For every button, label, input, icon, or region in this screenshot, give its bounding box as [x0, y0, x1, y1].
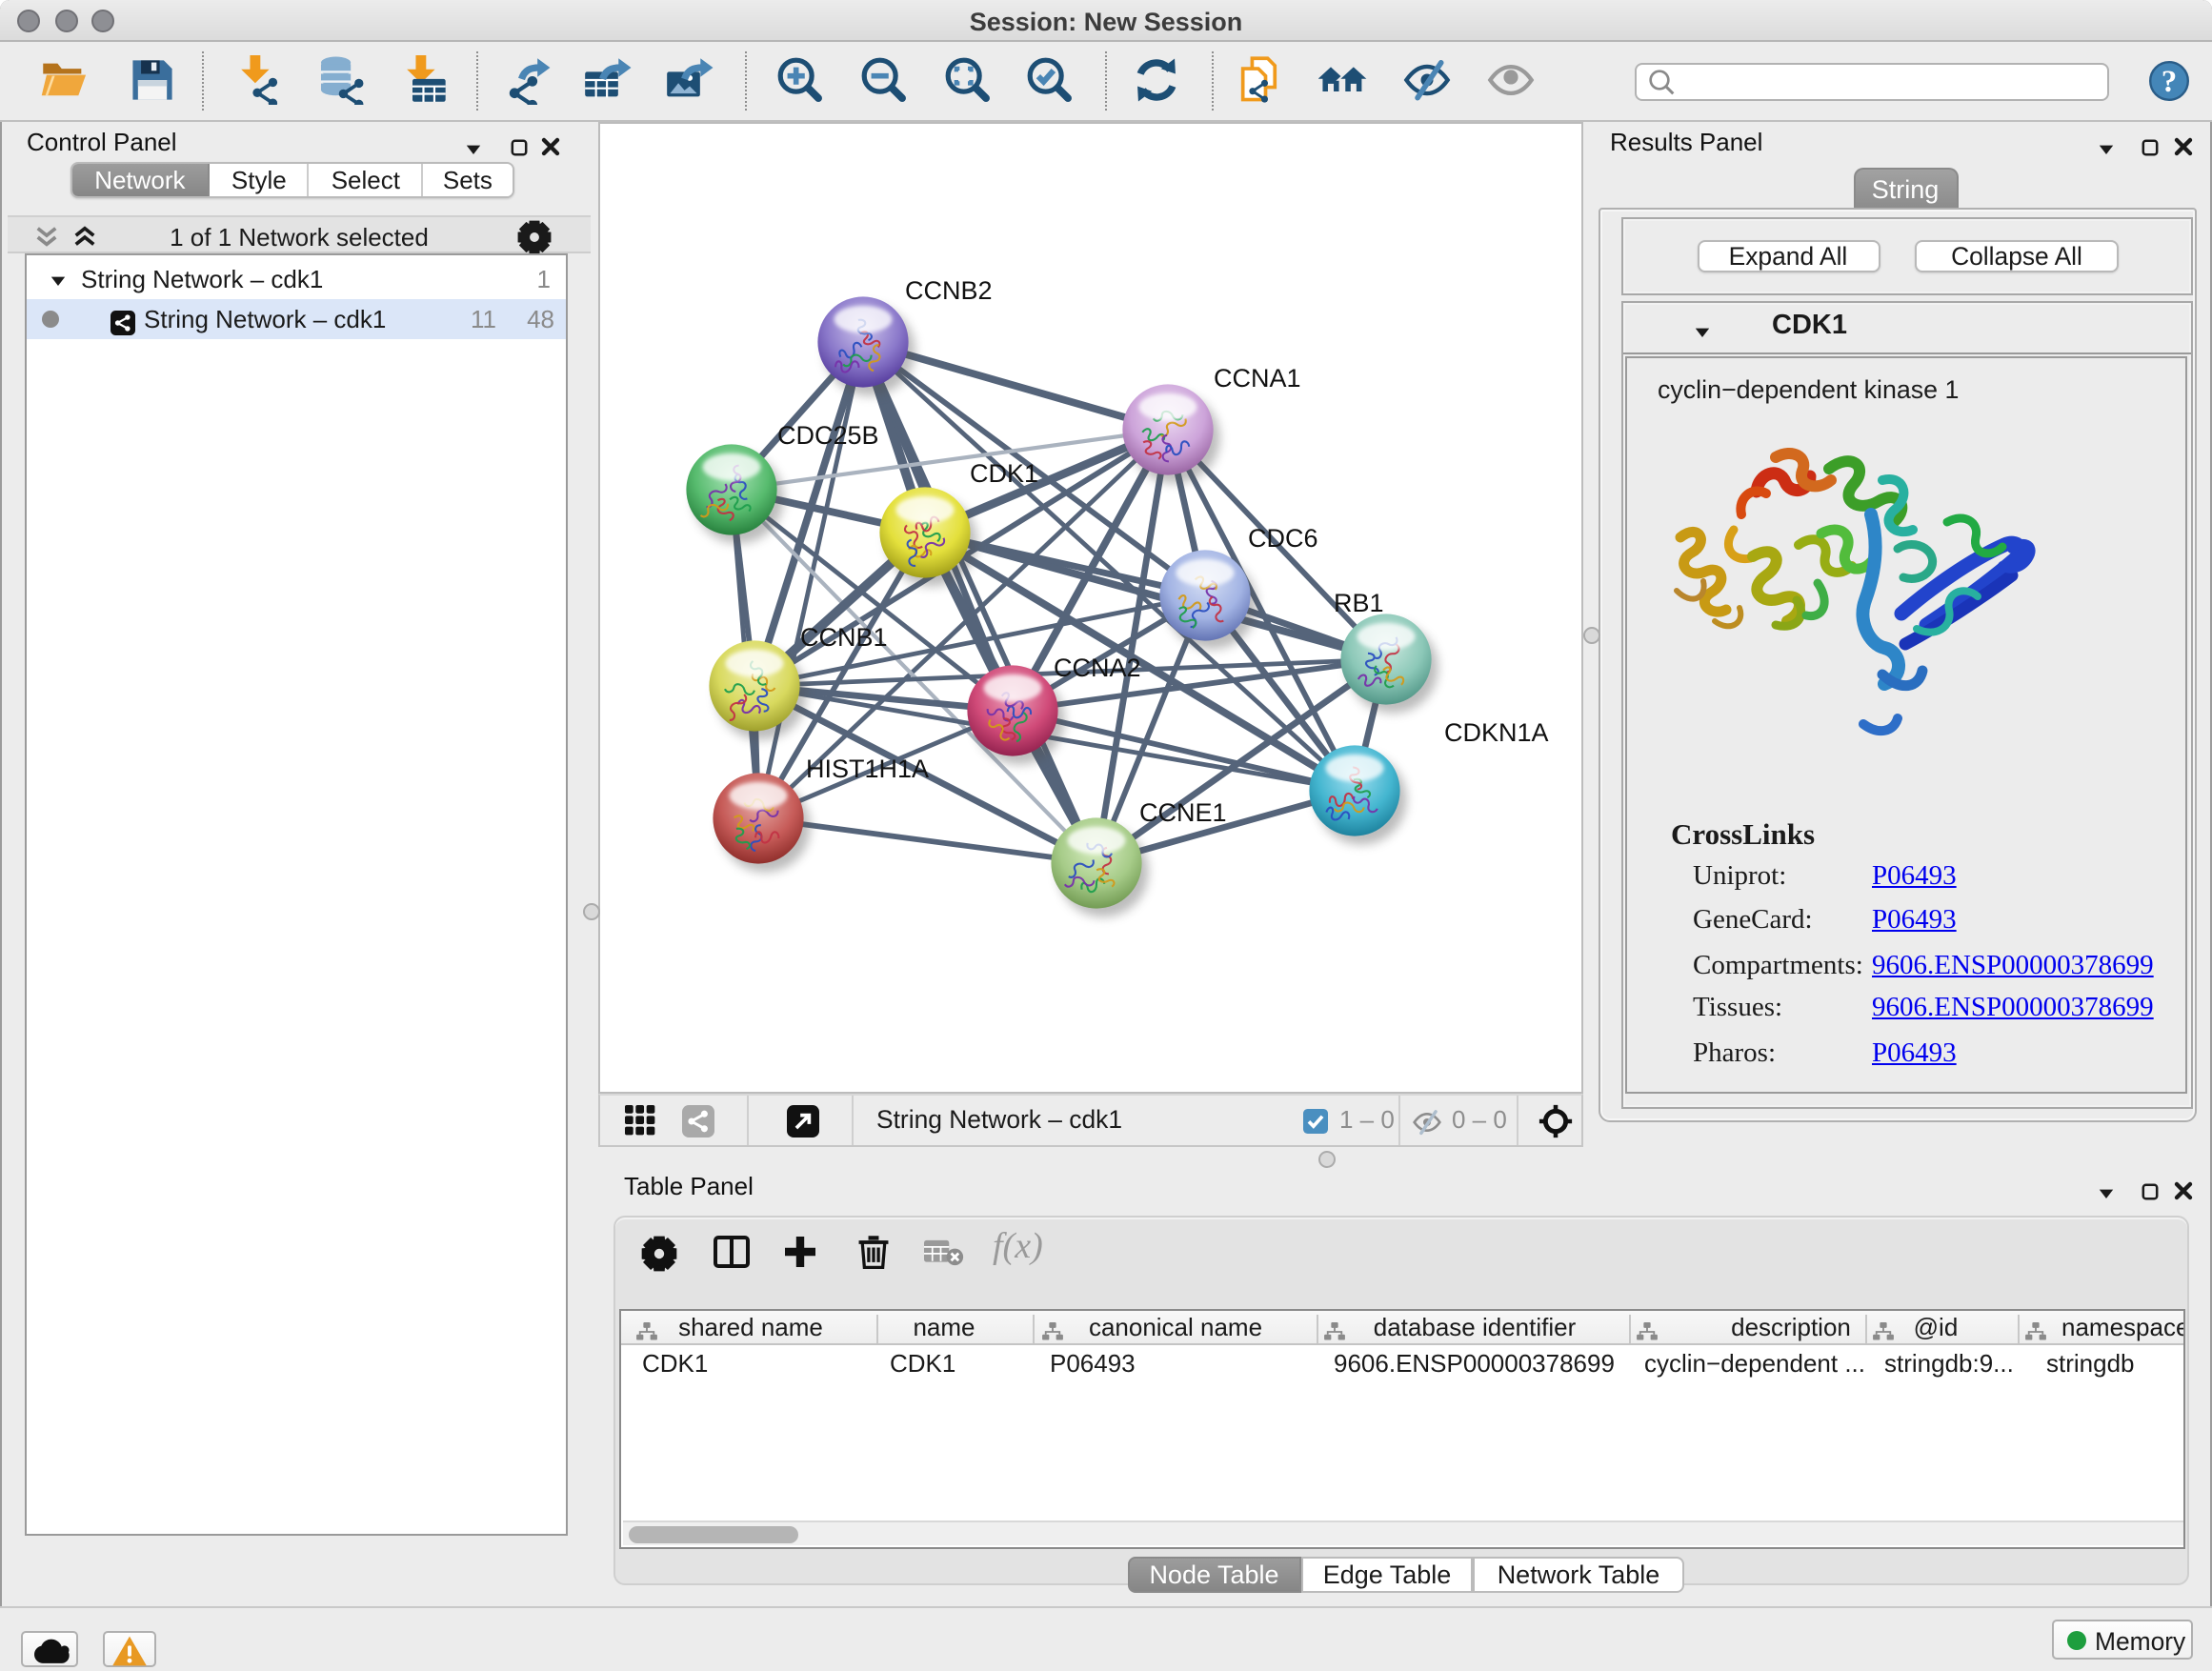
- svg-text:CCNE1: CCNE1: [1139, 798, 1227, 827]
- svg-text:RB1: RB1: [1334, 589, 1384, 617]
- svg-text:CCNB1: CCNB1: [800, 623, 888, 652]
- svg-text:CDK1: CDK1: [970, 459, 1038, 488]
- svg-text:CDC6: CDC6: [1248, 524, 1318, 553]
- svg-text:HIST1H1A: HIST1H1A: [806, 755, 929, 783]
- svg-text:CDKN1A: CDKN1A: [1444, 718, 1549, 747]
- svg-text:?: ?: [2161, 64, 2177, 98]
- svg-text:CCNA2: CCNA2: [1054, 654, 1141, 682]
- svg-text:CCNA1: CCNA1: [1214, 364, 1301, 393]
- svg-text:CDC25B: CDC25B: [777, 421, 879, 450]
- svg-text:CCNB2: CCNB2: [905, 276, 993, 305]
